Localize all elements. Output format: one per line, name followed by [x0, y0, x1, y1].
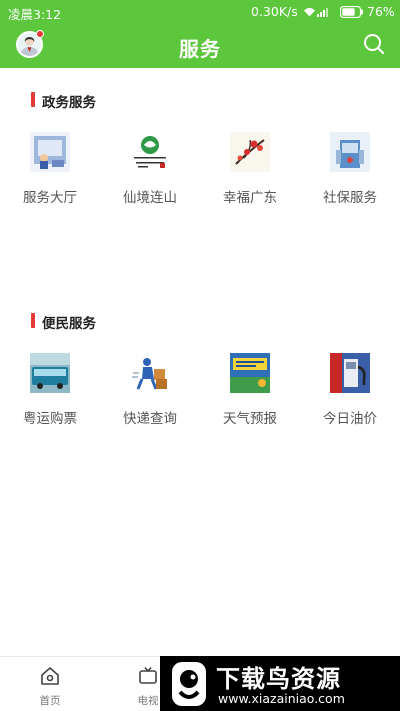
tile-fuel-price[interactable]: 今日油价 [300, 353, 400, 443]
watermark-url: www.xiazainiao.com [218, 691, 345, 706]
tile-label: 社保服务 [323, 190, 377, 206]
home-icon [41, 667, 59, 685]
government-services-grid: 服务大厅 仙境连山 幸福广东 社保服务 [0, 132, 400, 222]
tv-icon [139, 666, 157, 684]
nav-item-home[interactable]: 首页 [20, 657, 80, 711]
tile-label: 仙境连山 [123, 190, 177, 206]
page-title: 服务 [179, 37, 221, 61]
xingfu-guangdong-icon [230, 132, 270, 172]
social-security-icon [330, 132, 370, 172]
weather-forecast-icon [230, 353, 270, 393]
tile-social-security[interactable]: 社保服务 [300, 132, 400, 222]
section-title-government: 政务服务 [31, 91, 96, 111]
signal-icon [317, 8, 328, 17]
tile-label: 幸福广东 [223, 190, 277, 206]
bird-logo-icon [172, 662, 206, 706]
watermark-banner: 下载鸟资源 www.xiazainiao.com [160, 656, 400, 711]
tile-service-hall[interactable]: 服务大厅 [0, 132, 100, 222]
watermark-title: 下载鸟资源 [216, 665, 341, 693]
battery-percent: 76% [367, 4, 395, 19]
search-icon[interactable] [363, 33, 385, 55]
app-header: 凌晨3:12 0.30K/s 76% 服务 [0, 0, 400, 68]
tile-xingfu-guangdong[interactable]: 幸福广东 [200, 132, 300, 222]
nav-label-home: 首页 [39, 695, 61, 707]
tile-xianjing-lianshan[interactable]: 仙境连山 [100, 132, 200, 222]
tile-label: 服务大厅 [23, 190, 77, 206]
tile-label: 粤运购票 [23, 411, 77, 427]
tile-bus-ticket[interactable]: 粤运购票 [0, 353, 100, 443]
fuel-price-icon [330, 353, 370, 393]
convenience-services-grid: 粤运购票 快递查询 天气预报 今日油价 [0, 353, 400, 443]
tile-weather[interactable]: 天气预报 [200, 353, 300, 443]
tile-courier[interactable]: 快递查询 [100, 353, 200, 443]
battery-icon [340, 6, 363, 18]
status-bar: 凌晨3:12 0.30K/s 76% [0, 0, 400, 24]
section-title-convenience: 便民服务 [31, 312, 96, 332]
status-time: 凌晨3:12 [8, 7, 62, 22]
wifi-icon [304, 8, 315, 17]
tile-label: 快递查询 [123, 411, 177, 427]
service-hall-icon [30, 132, 70, 172]
tile-label: 天气预报 [223, 411, 277, 427]
xianjing-lianshan-logo [130, 132, 170, 172]
status-net-speed: 0.30K/s [251, 4, 298, 19]
tile-label: 今日油价 [323, 411, 377, 427]
courier-icon [130, 353, 170, 393]
bus-ticket-icon [30, 353, 70, 393]
